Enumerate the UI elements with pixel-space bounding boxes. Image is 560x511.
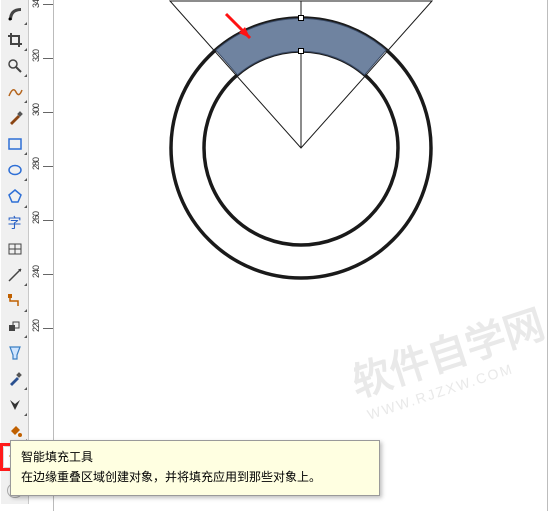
- outline-tool[interactable]: [4, 395, 26, 415]
- zoom-icon: [7, 58, 23, 74]
- pen-icon: [7, 397, 23, 413]
- transparency-tool[interactable]: [4, 343, 26, 363]
- glass-icon: [7, 345, 23, 361]
- dimension-tool[interactable]: [4, 265, 26, 285]
- rectangle-tool[interactable]: [4, 134, 26, 154]
- bucket-icon: [7, 423, 23, 439]
- connector-icon: [7, 293, 23, 309]
- ruler-label: 260: [31, 212, 41, 224]
- rect-icon: [7, 136, 23, 152]
- tooltip-title: 智能填充工具: [21, 448, 369, 466]
- dimension-icon: [7, 267, 23, 283]
- table-tool[interactable]: [4, 239, 26, 259]
- tooltip-desc: 在边缘重叠区域创建对象，并将填充应用到那些对象上。: [21, 470, 321, 484]
- crop-tool[interactable]: [4, 30, 26, 50]
- ellipse-tool[interactable]: [4, 160, 26, 180]
- freehand-icon: [7, 84, 23, 100]
- drawing: [54, 0, 554, 420]
- blend-icon: [7, 319, 23, 335]
- brush-icon: [7, 110, 23, 126]
- ellipse-icon: [7, 162, 23, 178]
- fill-tool[interactable]: [4, 421, 26, 441]
- shape-edit-tool[interactable]: [4, 4, 26, 24]
- vertical-ruler: 340 320 300 280 260 240 220: [29, 0, 54, 511]
- ruler-label: 340: [31, 0, 41, 8]
- tooltip: 智能填充工具 在边缘重叠区域创建对象，并将填充应用到那些对象上。: [10, 440, 380, 496]
- artistic-media-tool[interactable]: [4, 108, 26, 128]
- zoom-tool[interactable]: [4, 56, 26, 76]
- ruler-label: 220: [31, 320, 41, 332]
- eyedropper-tool[interactable]: [4, 369, 26, 389]
- effects-tool[interactable]: [4, 317, 26, 337]
- canvas-area[interactable]: 软件自学网 WWW.RJZXW.COM: [54, 0, 554, 511]
- ruler-label: 280: [31, 158, 41, 170]
- ruler-label: 320: [31, 50, 41, 62]
- dropper-icon: [7, 371, 23, 387]
- ruler-label: 300: [31, 104, 41, 116]
- polygon-icon: [7, 188, 23, 204]
- connector-tool[interactable]: [4, 291, 26, 311]
- page-edge: [547, 0, 548, 511]
- shape-icon: [7, 6, 23, 22]
- toolbox: 字: [1, 0, 29, 504]
- text-icon: 字: [8, 213, 22, 233]
- ruler-label: 240: [31, 266, 41, 278]
- polygon-tool[interactable]: [4, 186, 26, 206]
- crop-icon: [7, 32, 23, 48]
- table-icon: [7, 241, 23, 257]
- freehand-tool[interactable]: [4, 82, 26, 102]
- text-tool[interactable]: 字: [4, 213, 26, 233]
